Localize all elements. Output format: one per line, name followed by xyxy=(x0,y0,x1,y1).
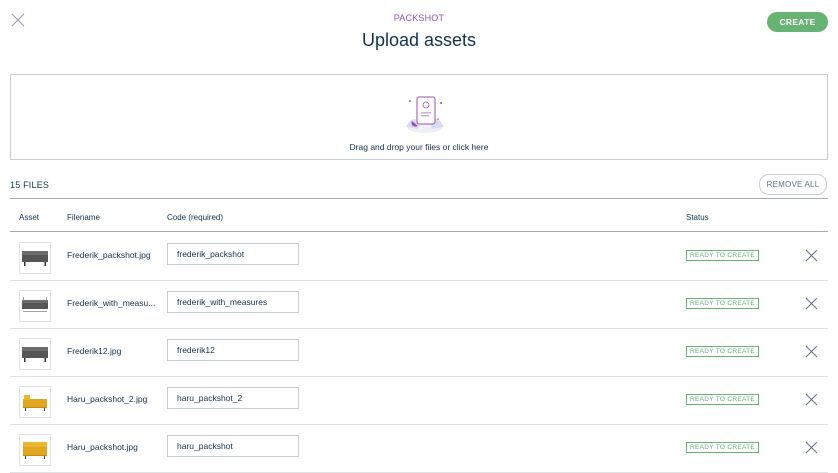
filename: Frederik_with_measu... xyxy=(67,298,156,308)
column-header-code: Code (required) xyxy=(167,213,224,222)
asset-thumbnail xyxy=(19,338,51,370)
status-badge: READY TO CREATE xyxy=(686,442,760,453)
upload-illustration-icon xyxy=(406,96,444,133)
table-row: Frederik_with_measu... READY TO CREATE xyxy=(10,280,828,329)
upload-dropzone[interactable]: Drag and drop your files or click here xyxy=(10,74,828,160)
table-row: Haru_packshot_2.jpg READY TO CREATE xyxy=(10,376,828,425)
code-input[interactable] xyxy=(167,387,299,409)
column-header-asset: Asset xyxy=(19,213,40,222)
create-button[interactable]: CREATE xyxy=(767,12,828,32)
column-header-filename: Filename xyxy=(67,213,100,222)
filename: Haru_packshot_2.jpg xyxy=(67,394,148,404)
table-header: Asset Filename Code (required) Status xyxy=(10,208,828,232)
code-input[interactable] xyxy=(167,339,299,361)
page-title: Upload assets xyxy=(361,30,477,50)
dropzone-text: Drag and drop your files or click here xyxy=(349,142,489,152)
remove-row-icon[interactable] xyxy=(805,345,818,358)
status-badge: READY TO CREATE xyxy=(686,346,760,357)
code-input[interactable] xyxy=(167,243,299,265)
files-count: 15 FILES xyxy=(10,180,50,190)
filename: Frederik12.jpg xyxy=(67,346,122,356)
table-row: Frederik12.jpg READY TO CREATE xyxy=(10,328,828,377)
asset-thumbnail xyxy=(19,242,51,274)
column-header-status: Status xyxy=(686,213,709,222)
status-badge: READY TO CREATE xyxy=(686,250,760,261)
remove-row-icon[interactable] xyxy=(805,393,818,406)
entity-label: PACKSHOT xyxy=(393,13,445,23)
asset-thumbnail xyxy=(19,386,51,418)
remove-all-button[interactable]: REMOVE ALL xyxy=(759,174,827,195)
remove-row-icon[interactable] xyxy=(805,441,818,454)
asset-thumbnail xyxy=(19,290,51,322)
code-input[interactable] xyxy=(167,291,299,313)
status-badge: READY TO CREATE xyxy=(686,394,760,405)
remove-row-icon[interactable] xyxy=(805,297,818,310)
code-input[interactable] xyxy=(167,435,299,457)
asset-thumbnail xyxy=(19,434,51,466)
remove-row-icon[interactable] xyxy=(805,249,818,262)
table-divider xyxy=(10,198,828,199)
filename: Haru_packshot.jpg xyxy=(67,442,138,452)
filename: Frederik_packshot.jpg xyxy=(67,250,151,260)
status-badge: READY TO CREATE xyxy=(686,298,760,309)
table-row: Frederik_packshot.jpg READY TO CREATE xyxy=(10,232,828,281)
